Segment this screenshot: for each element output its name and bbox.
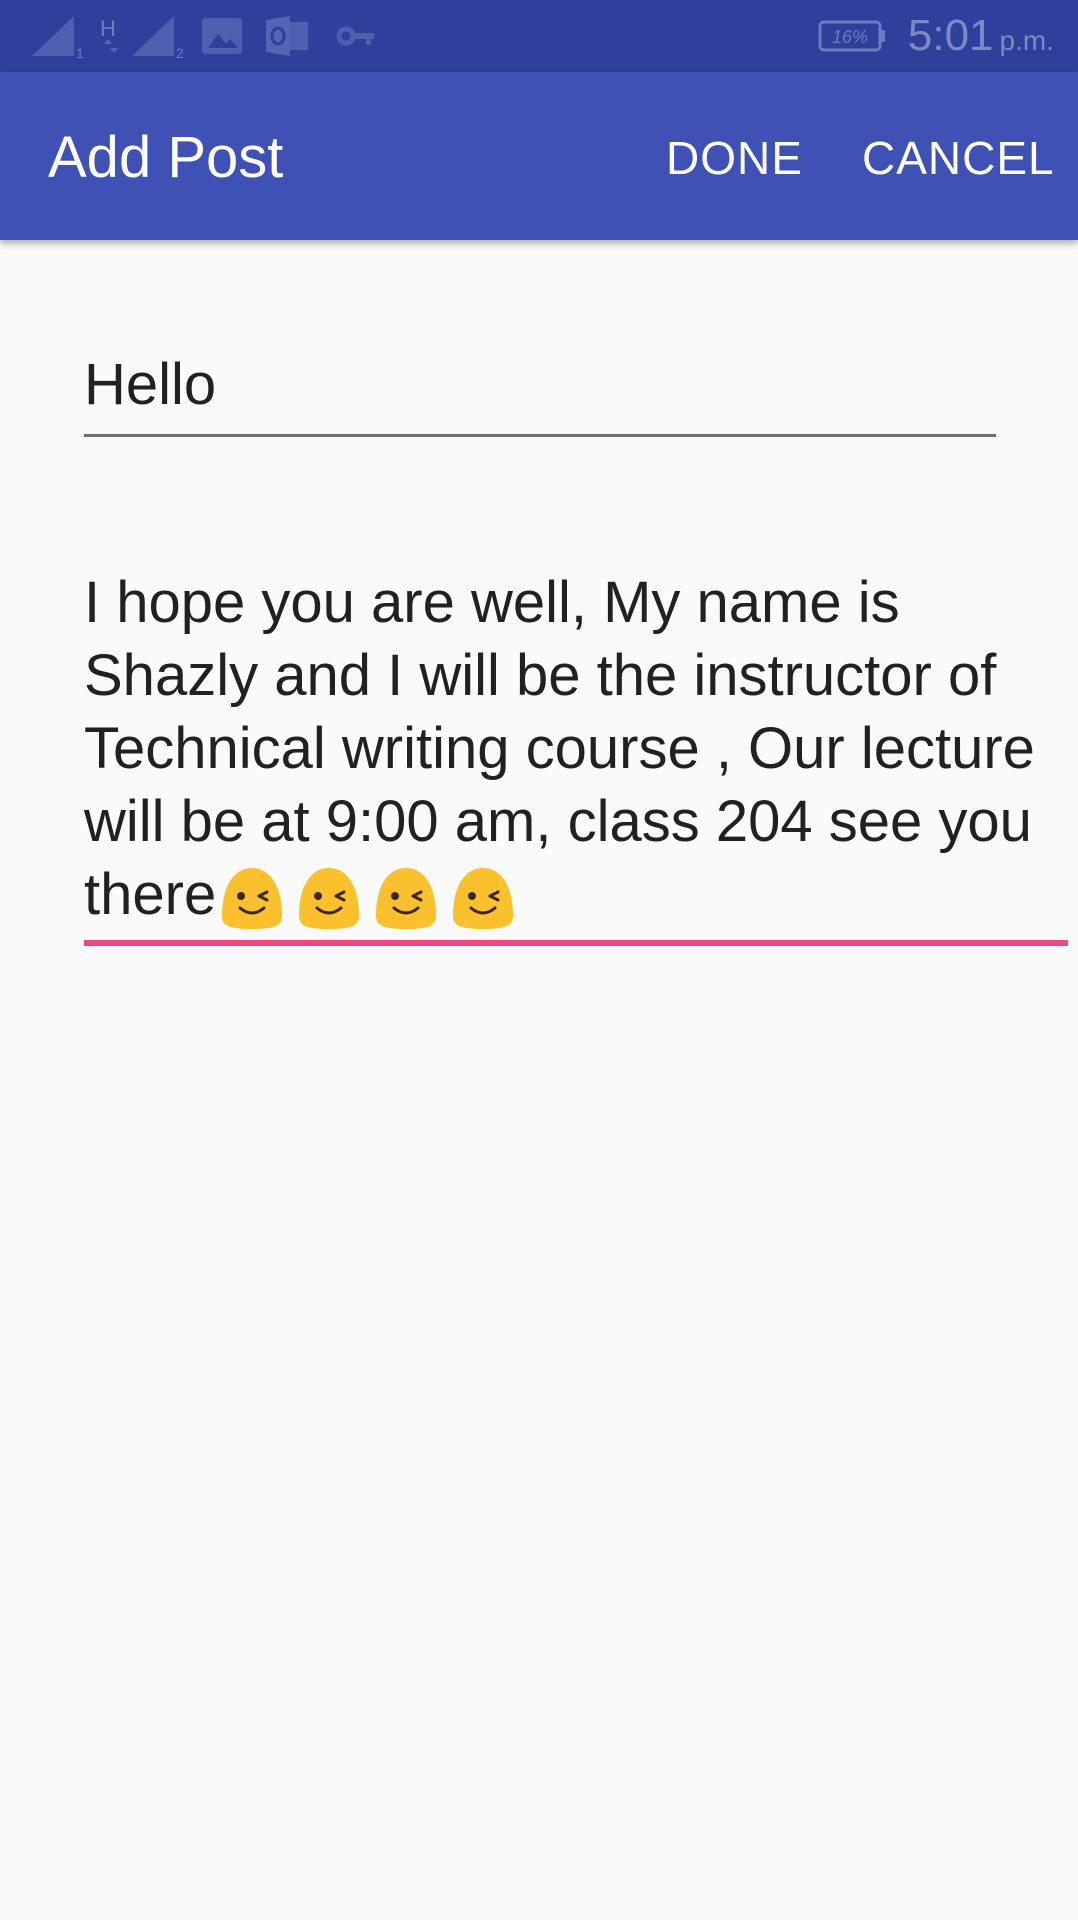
svg-text:2: 2 xyxy=(176,45,184,60)
status-bar: 1 H 2 16% 5:01 p.m. xyxy=(0,0,1078,72)
done-button[interactable]: DONE xyxy=(666,128,803,188)
winking-face-emoji-icon xyxy=(222,868,283,929)
winking-face-emoji-icon xyxy=(299,868,360,929)
svg-text:1: 1 xyxy=(76,45,84,60)
post-title-input[interactable]: Hello xyxy=(84,340,996,437)
outlook-icon xyxy=(266,16,308,56)
winking-face-emoji-icon xyxy=(376,868,437,929)
gallery-icon xyxy=(202,18,242,54)
emoji-row xyxy=(216,866,524,940)
winking-face-emoji-icon xyxy=(453,868,514,929)
battery-icon: 16% xyxy=(818,20,885,52)
status-time-ampm: p.m. xyxy=(999,25,1054,56)
status-time: 5:01 p.m. xyxy=(908,10,1054,62)
svg-text:H: H xyxy=(100,16,116,41)
svg-text:16%: 16% xyxy=(832,27,868,47)
vpn-key-icon xyxy=(336,26,374,46)
signal-sim1-icon: 1 xyxy=(32,16,84,60)
cancel-button[interactable]: CANCEL xyxy=(862,128,1055,188)
signal-sim2-icon: 2 xyxy=(132,16,184,60)
app-bar: Add Post DONE CANCEL xyxy=(0,72,1078,240)
h-network-icon: H xyxy=(100,16,118,53)
status-time-value: 5:01 xyxy=(907,11,994,60)
post-body-input[interactable]: I hope you are well, My name is Shazly a… xyxy=(84,566,1068,946)
page-title: Add Post xyxy=(48,125,284,190)
